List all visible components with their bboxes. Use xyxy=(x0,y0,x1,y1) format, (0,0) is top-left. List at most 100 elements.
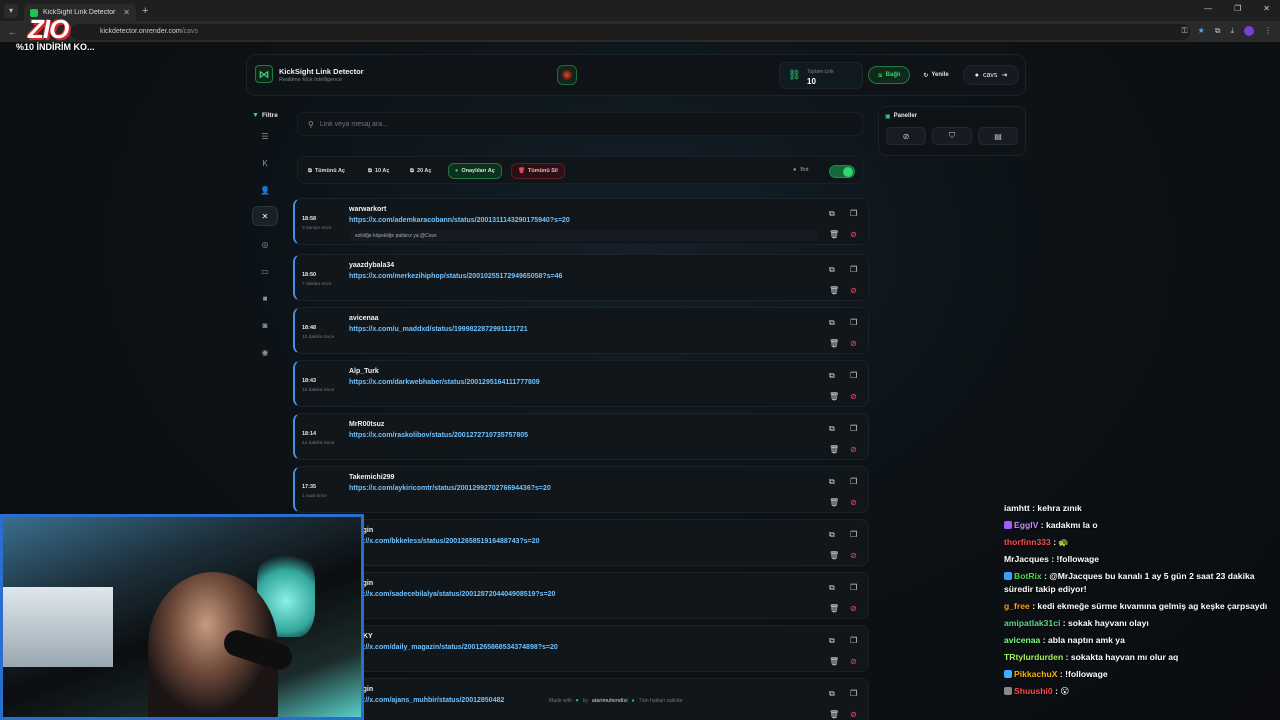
copy-icon[interactable]: ❐ xyxy=(850,209,857,218)
link-url[interactable]: https://x.com/aykiricomtr/status/2001299… xyxy=(349,485,551,492)
open-link-icon[interactable]: ⧉ xyxy=(829,530,835,540)
link-url[interactable]: ...ps://x.com/sadecebilalya/status/20012… xyxy=(349,591,555,598)
kick-icon[interactable]: K xyxy=(252,153,278,173)
copy-icon[interactable]: ❐ xyxy=(850,265,857,274)
block-user-icon[interactable]: ⊘ xyxy=(850,392,857,401)
open-10-button[interactable]: ⧉ 10 Aç xyxy=(362,163,395,179)
open-all-button[interactable]: ⧉ Tümünü Aç xyxy=(302,163,351,179)
link-url[interactable]: ...ps://x.com/daily_magazin/status/20012… xyxy=(349,644,558,651)
block-user-icon[interactable]: ⊘ xyxy=(850,230,857,239)
chat-username[interactable]: Shuushi0 xyxy=(1014,686,1053,696)
block-user-icon[interactable]: ⊘ xyxy=(850,445,857,454)
delete-icon[interactable]: 🗑 xyxy=(829,498,839,507)
chat-username[interactable]: PikkachuX xyxy=(1014,669,1057,679)
link-url[interactable]: https://x.com/raskolibov/status/20012727… xyxy=(349,432,528,439)
tab-close-icon[interactable]: ✕ xyxy=(123,8,130,17)
globe-icon[interactable]: ◉ xyxy=(252,342,278,362)
chat-username[interactable]: avicenaa xyxy=(1004,635,1040,645)
back-icon[interactable]: ← xyxy=(8,27,20,37)
block-user-icon[interactable]: ⊘ xyxy=(850,339,857,348)
camera-icon[interactable]: ◙ xyxy=(252,315,278,335)
connected-button[interactable]: ≋ Bağlı xyxy=(868,66,910,84)
delete-icon[interactable]: 🗑 xyxy=(829,657,839,666)
chat-username[interactable]: amipatlak31ci xyxy=(1004,618,1060,628)
block-user-icon[interactable]: ⊘ xyxy=(850,657,857,666)
block-panel-button[interactable]: ⊘ xyxy=(886,127,926,145)
delete-all-button[interactable]: 🗑 Tümünü Sil xyxy=(511,163,565,179)
delete-icon[interactable]: 🗑 xyxy=(829,286,839,295)
minimize-icon[interactable]: — xyxy=(1204,4,1212,13)
copy-icon[interactable]: ❐ xyxy=(850,371,857,380)
open-link-icon[interactable]: ⧉ xyxy=(829,424,835,434)
link-url[interactable]: https://x.com/u_maddxd/status/1999822872… xyxy=(349,326,528,333)
tab-search-icon[interactable]: ▾ xyxy=(4,3,18,18)
instagram-icon[interactable]: ◎ xyxy=(252,234,278,254)
block-user-icon[interactable]: ⊘ xyxy=(850,498,857,507)
copy-icon[interactable]: ❐ xyxy=(850,424,857,433)
search-input[interactable] xyxy=(319,120,820,128)
block-user-icon[interactable]: ⊘ xyxy=(850,286,857,295)
link-url[interactable]: https://x.com/ademkaracobann/status/2001… xyxy=(349,217,570,224)
block-user-icon[interactable]: ⊘ xyxy=(850,604,857,613)
delete-icon[interactable]: 🗑 xyxy=(829,339,839,348)
bot-toggle[interactable] xyxy=(829,165,855,178)
chat-username[interactable]: g_free xyxy=(1004,601,1030,611)
refresh-button[interactable]: ↻ Yenile xyxy=(916,66,956,84)
open-link-icon[interactable]: ⧉ xyxy=(829,583,835,593)
link-url[interactable]: https://x.com/merkezihiphop/status/20010… xyxy=(349,273,562,280)
list-icon[interactable]: ☰ xyxy=(252,126,278,146)
url-input[interactable]: kickdetector.onrender.com/cavs xyxy=(70,23,1190,40)
chat-username[interactable]: thorfinn333 xyxy=(1004,537,1051,547)
kick-source-button[interactable] xyxy=(557,65,577,85)
link-url[interactable]: ...ps://x.com/bkkeless/status/2001265851… xyxy=(349,538,540,545)
block-user-icon[interactable]: ⊘ xyxy=(850,551,857,560)
browser-menu-icon[interactable]: ⋮ xyxy=(1264,26,1272,36)
delete-icon[interactable]: 🗑 xyxy=(829,710,839,719)
copy-icon[interactable]: ❐ xyxy=(850,636,857,645)
video-icon[interactable]: ■ xyxy=(252,288,278,308)
new-tab-icon[interactable]: + xyxy=(142,5,148,17)
download-icon[interactable]: ⤓ xyxy=(1230,26,1234,36)
window-close-icon[interactable]: ✕ xyxy=(1263,4,1270,13)
chat-username[interactable]: BotRix xyxy=(1014,571,1042,581)
chat-username[interactable]: iamhtt xyxy=(1004,503,1030,513)
open-link-icon[interactable]: ⧉ xyxy=(829,689,835,699)
open-link-icon[interactable]: ⧉ xyxy=(829,636,835,646)
archive-panel-button[interactable]: ▤ xyxy=(978,127,1018,145)
chat-username[interactable]: TRtylurdurden xyxy=(1004,652,1063,662)
copy-icon[interactable]: ❐ xyxy=(850,530,857,539)
copy-icon[interactable]: ❐ xyxy=(850,583,857,592)
user-button[interactable]: ● cavs ⇥ xyxy=(963,65,1019,85)
open-link-icon[interactable]: ⧉ xyxy=(829,265,835,275)
profile-avatar[interactable] xyxy=(1244,26,1254,36)
copy-icon[interactable]: ❐ xyxy=(850,318,857,327)
chat-username[interactable]: MrJacques xyxy=(1004,554,1049,564)
open-approved-button[interactable]: ● Onaylıları Aç xyxy=(448,163,502,179)
open-link-icon[interactable]: ⧉ xyxy=(829,318,835,328)
delete-icon[interactable]: 🗑 xyxy=(829,230,839,239)
extensions-icon[interactable]: ⧉ xyxy=(1215,26,1221,36)
open-link-icon[interactable]: ⧉ xyxy=(829,209,835,219)
link-url[interactable]: ...ps://x.com/ajans_muhbir/status/200128… xyxy=(349,697,504,704)
users-icon[interactable]: 👤 xyxy=(252,180,278,200)
x-icon[interactable]: ✕ xyxy=(252,206,278,226)
maximize-icon[interactable]: ❐ xyxy=(1234,4,1241,13)
block-user-icon[interactable]: ⊘ xyxy=(850,710,857,719)
footer-author[interactable]: atarimuhendisi xyxy=(592,698,628,704)
logout-icon[interactable]: ⇥ xyxy=(1001,71,1007,79)
star-icon[interactable]: ★ xyxy=(1198,26,1205,36)
apple-icon[interactable] xyxy=(585,65,605,85)
open-link-icon[interactable]: ⧉ xyxy=(829,371,835,381)
delete-icon[interactable]: 🗑 xyxy=(829,392,839,401)
key-icon[interactable]: ⚿ xyxy=(1181,26,1187,36)
delete-icon[interactable]: 🗑 xyxy=(829,551,839,560)
youtube-icon[interactable]: ▭ xyxy=(252,261,278,281)
chat-username[interactable]: EgglV xyxy=(1014,520,1038,530)
shield-panel-button[interactable]: ⛉ xyxy=(932,127,972,145)
copy-icon[interactable]: ❐ xyxy=(850,689,857,698)
link-url[interactable]: https://x.com/darkwebhaber/status/200129… xyxy=(349,379,540,386)
copy-icon[interactable]: ❐ xyxy=(850,477,857,486)
open-20-button[interactable]: ⧉ 20 Aç xyxy=(404,163,437,179)
delete-icon[interactable]: 🗑 xyxy=(829,445,839,454)
delete-icon[interactable]: 🗑 xyxy=(829,604,839,613)
